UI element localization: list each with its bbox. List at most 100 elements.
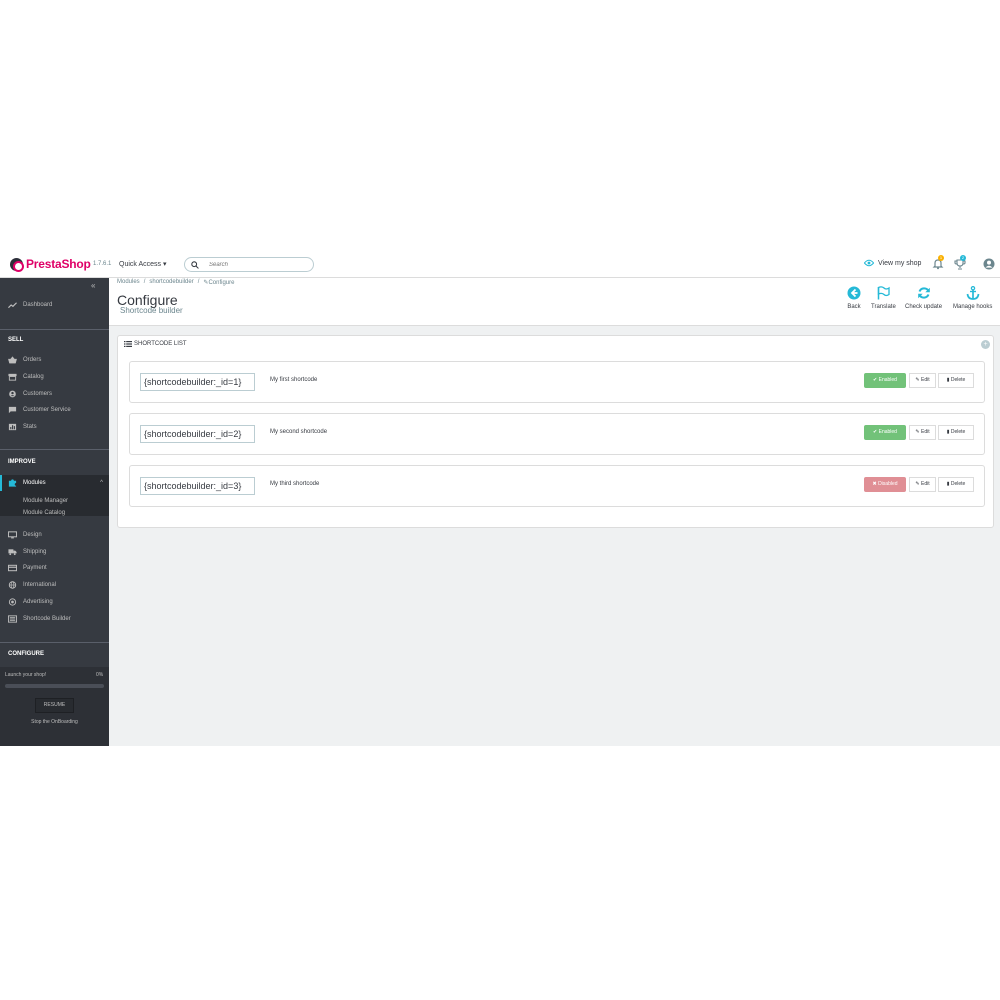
shortcode-row: {shortcodebuilder:_id=2} My second short… [129,413,985,455]
breadcrumb: Modules / shortcodebuilder / ✎Configure [117,279,234,286]
shortcode-code-field[interactable]: {shortcodebuilder:_id=2} [140,425,255,443]
globe-icon [8,581,17,589]
status-toggle-button[interactable]: ✔ Enabled [864,373,906,388]
delete-label: Delete [950,481,966,487]
breadcrumb-separator: / [197,279,200,285]
sidebar-divider [0,449,109,450]
sidebar-divider [0,642,109,643]
status-label: Disabled [878,481,898,487]
sidebar-item-international[interactable]: International [0,578,109,592]
status-label: Enabled [878,429,897,435]
status-toggle-button[interactable]: ✔ Enabled [864,425,906,440]
delete-button[interactable]: ▮ Delete [938,373,974,388]
panel-heading-label: SHORTCODE LIST [134,341,187,347]
sidebar-item-label: Shipping [23,549,47,555]
shortcode-code-field[interactable]: {shortcodebuilder:_id=1} [140,373,255,391]
account-circle-icon [9,390,16,398]
check-update-button[interactable]: Check update [905,286,942,310]
sidebar-item-modules[interactable]: Modules ^ [0,475,109,491]
status-toggle-button[interactable]: ✖ Disabled [864,477,906,492]
sidebar-item-label: Payment [23,565,47,571]
shortcode-code-field[interactable]: {shortcodebuilder:_id=3} [140,477,255,495]
sidebar-item-payment[interactable]: Payment [0,561,109,575]
sidebar-item-shortcode-builder[interactable]: Shortcode Builder [0,612,109,626]
shortcode-row: {shortcodebuilder:_id=3} My third shortc… [129,465,985,507]
trending-up-icon [8,302,17,309]
shortcode-name: My second shortcode [270,429,328,435]
edit-label: Edit [920,481,930,487]
shortcode-list-panel: SHORTCODE LIST + {shortcodebuilder:_id=1… [117,335,994,528]
sidebar-item-label: Advertising [23,599,53,605]
user-avatar-icon[interactable] [983,258,995,270]
translate-label: Translate [871,304,896,310]
sidebar-subitem-module-manager[interactable]: Module Manager [23,498,68,504]
sidebar-item-catalog[interactable]: Catalog [0,370,109,384]
panel-collapse-icon[interactable]: + [981,340,990,349]
delete-label: Delete [950,429,966,435]
page-subtitle: Shortcode builder [120,306,183,315]
app-frame: PrestaShop 1.7.6.1 Quick Access View my … [0,250,1000,746]
sidebar-item-customers[interactable]: Customers [0,387,109,401]
delete-button[interactable]: ▮ Delete [938,477,974,492]
shortcode-row: {shortcodebuilder:_id=1} My first shortc… [129,361,985,403]
notification-badge: 1 [938,255,944,261]
onboarding-progress-bar [5,684,104,688]
sidebar-item-label: Orders [23,357,42,363]
sidebar-item-design[interactable]: Design [0,528,109,542]
stop-onboarding-link[interactable]: Stop the OnBoarding [0,719,109,725]
resume-button[interactable]: RESUME [35,698,74,713]
breadcrumb-modules[interactable]: Modules [117,279,140,286]
credit-card-icon [8,564,17,572]
manage-hooks-button[interactable]: Manage hooks [953,286,992,310]
refresh-icon [917,287,930,299]
basket-icon [8,356,17,364]
sidebar-item-label: Stats [23,424,37,430]
status-label: Enabled [878,377,897,383]
search-bar[interactable] [184,257,314,272]
edit-button[interactable]: ✎ Edit [909,425,936,440]
breadcrumb-configure-label: Configure [208,280,235,286]
edit-button[interactable]: ✎ Edit [909,373,936,388]
sidebar-item-label: Dashboard [23,302,53,308]
sidebar-item-advertising[interactable]: Advertising [0,595,109,609]
sidebar: « Dashboard SELL Orders Catalog Customer… [0,278,109,746]
sidebar-item-label: International [23,582,57,588]
list-alt-icon [8,615,17,623]
sidebar-subitem-module-catalog[interactable]: Module Catalog [23,510,65,516]
eye-icon [864,259,874,267]
search-input[interactable] [209,261,309,268]
edit-button[interactable]: ✎ Edit [909,477,936,492]
collapse-sidebar-icon[interactable]: « [91,281,95,290]
chevron-up-icon: ^ [100,480,103,486]
prestashop-logo-icon [10,257,24,272]
sidebar-item-label: Design [23,532,42,538]
prestashop-logo[interactable]: PrestaShop [10,257,91,272]
quick-access-dropdown[interactable]: Quick Access [119,260,167,268]
puzzle-icon [8,479,17,487]
section-sell: SELL [8,337,24,343]
logo-text: PrestaShop [26,257,91,271]
version-label: 1.7.6.1 [93,261,112,267]
sidebar-item-label: Customers [23,391,53,397]
delete-button[interactable]: ▮ Delete [938,425,974,440]
translate-button[interactable]: Translate [871,286,896,310]
anchor-icon [966,286,980,300]
sidebar-item-shipping[interactable]: Shipping [0,545,109,559]
sidebar-item-stats[interactable]: Stats [0,420,109,434]
edit-label: Edit [920,377,930,383]
top-header: PrestaShop 1.7.6.1 Quick Access View my … [0,250,1000,278]
sidebar-item-customer-service[interactable]: Customer Service [0,403,109,417]
sidebar-item-label: Shortcode Builder [23,616,71,622]
flag-icon [878,286,891,300]
search-icon [191,260,199,269]
check-update-label: Check update [905,304,943,310]
breadcrumb-shortcodebuilder[interactable]: shortcodebuilder [149,279,193,286]
sidebar-divider [0,329,109,330]
chat-icon [8,406,17,414]
back-button[interactable]: Back [847,286,861,310]
store-icon [8,373,17,381]
sidebar-item-dashboard[interactable]: Dashboard [0,298,109,312]
view-shop-link[interactable]: View my shop [864,259,921,267]
target-icon [8,598,17,606]
sidebar-item-orders[interactable]: Orders [0,353,109,367]
